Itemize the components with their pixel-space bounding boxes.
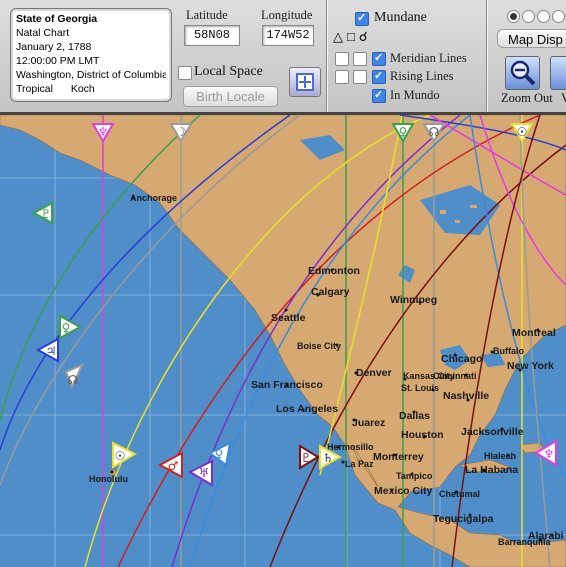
city-label: Seattle	[271, 312, 306, 324]
city-label: St. Louis	[401, 383, 439, 393]
city-label: Juarez	[352, 417, 385, 429]
square-icon[interactable]: □	[347, 29, 359, 44]
svg-text:♂: ♂	[168, 459, 179, 473]
city-label: Honolulu	[89, 474, 128, 484]
view-radio-2[interactable]	[522, 10, 535, 23]
svg-text:♀: ♀	[215, 447, 224, 461]
mundane-label: Mundane	[374, 10, 427, 25]
city-label: Chetumal	[439, 489, 480, 499]
city-label: La Habana	[465, 464, 518, 476]
longitude-label: Longitude	[261, 8, 313, 22]
svg-text:♀: ♀	[399, 125, 408, 139]
city-label: Monterrey	[373, 451, 424, 463]
jupiter-marker[interactable]: ♃	[35, 337, 59, 363]
city-label: Mexico City	[374, 485, 433, 497]
city-label: Houston	[401, 429, 444, 441]
zoom-in-button[interactable]	[550, 56, 566, 90]
local-space-label: Local Space	[194, 64, 263, 79]
view-radio-1[interactable]	[507, 10, 520, 23]
chart-time: 12:00:00 PM LMT	[16, 55, 100, 67]
meridian-aux-checkbox-1[interactable]	[335, 52, 349, 66]
svg-text:♆: ♆	[98, 125, 109, 139]
locate-button[interactable]	[289, 67, 321, 97]
trine-icon[interactable]: △	[333, 29, 347, 44]
toolbar: State of Georgia Natal Chart January 2, …	[0, 0, 566, 115]
view-radio-3[interactable]	[537, 10, 550, 23]
in-mundo-label: In Mundo	[390, 88, 440, 102]
city-label: San Francisco	[251, 379, 323, 391]
chart-place: Washington, District of Columbia	[16, 69, 166, 81]
svg-text:☉: ☉	[115, 449, 126, 463]
city-label: Edmonton	[308, 265, 360, 277]
city-label: Dallas	[399, 410, 430, 422]
city-label: Cincinnati	[433, 371, 477, 381]
conjunction-icon[interactable]: ☌	[359, 29, 372, 44]
rising-lines-label: Rising Lines	[390, 69, 454, 83]
zodiac-label: Tropical	[16, 83, 53, 95]
latitude-field[interactable]: 58N08	[184, 25, 240, 46]
city-label: Buffalo	[493, 346, 524, 356]
chart-date: January 2, 1788	[16, 41, 92, 53]
city-label: Hermosillo	[327, 442, 374, 452]
rising-aux-checkbox-1[interactable]	[335, 70, 349, 84]
city-label: Alarabi	[528, 530, 564, 542]
local-space-checkbox[interactable]	[178, 66, 192, 80]
city-label: Anchorage	[130, 193, 177, 203]
chart-info-panel: State of Georgia Natal Chart January 2, …	[10, 8, 172, 102]
svg-text:♅: ♅	[199, 466, 210, 480]
city-label: Hialeah	[484, 451, 516, 461]
svg-text:♄: ♄	[323, 451, 334, 465]
svg-text:☽: ☽	[176, 125, 187, 139]
zoom-in-label-fragment: V	[561, 91, 566, 105]
astro-map[interactable]: Anchorage Edmonton Calgary Winnipeg Mont…	[0, 115, 566, 567]
city-label: Tampico	[396, 471, 433, 481]
rising-aux-checkbox-2[interactable]	[353, 70, 367, 84]
city-label: Denver	[356, 367, 392, 379]
node-rising-marker[interactable]: ☊	[64, 363, 84, 390]
crosshair-icon	[296, 73, 314, 91]
city-label: Jacksonville	[461, 426, 524, 438]
city-label: Calgary	[311, 286, 350, 298]
city-label: Nashville	[443, 390, 489, 402]
svg-text:♀: ♀	[62, 321, 71, 335]
city-label: Chicago	[441, 353, 482, 365]
city-label: Tegucigalpa	[433, 513, 494, 525]
zoom-out-label: Zoom Out	[501, 91, 553, 105]
meridian-lines-label: Meridian Lines	[390, 51, 467, 65]
city-label: Boise City	[297, 341, 341, 351]
svg-text:☊: ☊	[68, 373, 79, 387]
latitude-label: Latitude	[186, 8, 228, 22]
meridian-aux-checkbox-2[interactable]	[353, 52, 367, 66]
in-mundo-checkbox[interactable]	[372, 88, 386, 103]
chart-zodiac-house: Tropical Koch	[16, 82, 166, 96]
longitude-field[interactable]: 174W52	[262, 25, 314, 46]
pluto-marker[interactable]: ♇	[31, 201, 53, 225]
city-label: Winnipeg	[390, 294, 437, 306]
mars-marker[interactable]: ♂	[157, 451, 183, 479]
city-label: New York	[507, 360, 554, 372]
city-label: Montreal	[512, 327, 556, 339]
svg-text:☊: ☊	[429, 125, 440, 139]
chart-name: State of Georgia	[16, 13, 98, 25]
mundane-checkbox[interactable]	[355, 11, 369, 26]
svg-text:♃: ♃	[46, 344, 57, 358]
map-canvas: Anchorage Edmonton Calgary Winnipeg Mont…	[0, 115, 566, 567]
sun-rising-marker[interactable]: ☉	[112, 441, 138, 469]
rising-lines-checkbox[interactable]	[372, 69, 386, 84]
city-label: Los Angeles	[276, 403, 338, 415]
svg-text:☉: ☉	[517, 125, 528, 139]
zoom-out-button[interactable]	[505, 56, 540, 90]
meridian-lines-checkbox[interactable]	[372, 51, 386, 66]
svg-text:♇: ♇	[41, 207, 52, 221]
view-radio-4[interactable]	[552, 10, 565, 23]
house-system-label: Koch	[70, 83, 95, 95]
magnifier-icon	[510, 60, 536, 86]
svg-text:♆: ♆	[544, 447, 555, 461]
aspect-glyphs: △□☌	[333, 29, 372, 45]
svg-text:♇: ♇	[301, 451, 312, 465]
birth-locale-button[interactable]: Birth Locale	[183, 86, 278, 107]
chart-type: Natal Chart	[16, 27, 70, 39]
city-label: La Paz	[345, 459, 374, 469]
map-display-button[interactable]: Map Disp	[497, 29, 566, 48]
